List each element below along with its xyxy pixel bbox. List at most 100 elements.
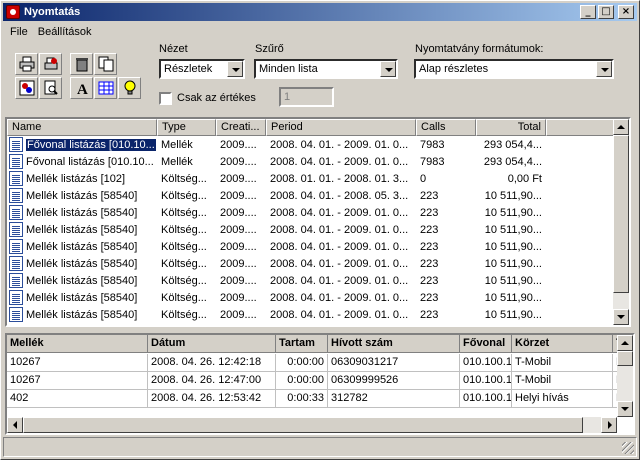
col-datum[interactable]: Dátum — [148, 335, 276, 353]
table-row[interactable]: 402 2008. 04. 26. 12:53:42 0:00:33 312782 01… — [7, 390, 625, 408]
list-item-type: Költség... — [161, 172, 207, 185]
filter-select[interactable]: Minden lista — [254, 59, 398, 79]
only-values-checkbox[interactable] — [159, 92, 172, 105]
grid-vscrollbar[interactable] — [617, 335, 633, 417]
printer-icon — [19, 56, 34, 72]
cell-mellek: 10267 — [7, 372, 148, 390]
list-item-created: 2009.... — [220, 308, 257, 321]
list-item-period: 2008. 04. 01. - 2008. 05. 3... — [270, 189, 409, 202]
menu-settings[interactable]: Beállítások — [33, 26, 97, 38]
delete-button[interactable] — [70, 53, 93, 75]
document-icon — [9, 205, 23, 220]
scroll-up-icon[interactable] — [617, 335, 633, 351]
list-item-name: Fővonal listázás [010.10... — [7, 154, 157, 169]
list-item-name-text: Mellék listázás [58540] — [26, 274, 138, 287]
list-item-type: Mellék — [161, 155, 193, 168]
list-item[interactable]: Mellék listázás [58540] Költség... 2009...… — [7, 187, 546, 204]
format-select[interactable]: Alap részletes — [414, 59, 614, 79]
scroll-left-icon[interactable] — [7, 417, 23, 433]
list-item-name: Mellék listázás [58540] — [7, 239, 157, 254]
hscroll-thumb[interactable] — [23, 417, 583, 433]
list-item[interactable]: Mellék listázás [58540] Költség... 2009...… — [7, 306, 546, 323]
col-korzet[interactable]: Körzet — [512, 335, 613, 353]
scroll-down-icon[interactable] — [613, 309, 629, 325]
scroll-down-icon[interactable] — [617, 401, 633, 417]
table-row[interactable]: 10267 2008. 04. 26. 12:42:18 0:00:00 063090… — [7, 354, 625, 372]
list-item[interactable]: Mellék listázás [58540] Költség... 2009...… — [7, 289, 546, 306]
list-item-total: 10 511,90... — [484, 240, 542, 253]
print-button[interactable] — [15, 53, 38, 75]
col-total[interactable]: Total — [476, 119, 546, 136]
chevron-down-icon[interactable] — [227, 61, 243, 77]
scroll-up-icon[interactable] — [613, 119, 629, 135]
col-fovonal[interactable]: Fővonal — [460, 335, 512, 353]
list-item-created: 2009.... — [220, 223, 257, 236]
list-item-type: Költség... — [161, 274, 207, 287]
list-item-name-text: Mellék listázás [58540] — [26, 240, 138, 253]
col-hivott[interactable]: Hívott szám — [328, 335, 460, 353]
list-item[interactable]: Mellék listázás [58540] Költség... 2009...… — [7, 255, 546, 272]
list-item-created: 2009.... — [220, 172, 257, 185]
font-button[interactable]: A — [70, 77, 93, 99]
tip-button[interactable] — [118, 77, 141, 99]
print-list[interactable]: Name Type Creati... Period Calls Total F… — [5, 117, 631, 327]
chevron-down-icon[interactable] — [380, 61, 396, 77]
document-icon — [9, 307, 23, 322]
list-item-created: 2009.... — [220, 206, 257, 219]
chevron-down-icon[interactable] — [596, 61, 612, 77]
title-bar[interactable]: Nyomtatás _ □ × — [3, 3, 637, 21]
preview-button[interactable] — [39, 77, 62, 99]
col-created[interactable]: Creati... — [216, 119, 266, 136]
list-item-total: 10 511,90... — [484, 291, 542, 304]
col-name[interactable]: Name — [7, 119, 157, 136]
col-mellek[interactable]: Mellék — [7, 335, 148, 353]
list-vscrollbar[interactable] — [613, 119, 629, 325]
col-period[interactable]: Period — [266, 119, 416, 136]
details-grid[interactable]: Mellék Dátum Tartam Hívott szám Fővonal … — [5, 333, 635, 435]
list-item-calls: 223 — [420, 274, 439, 287]
number-input[interactable]: 1 — [279, 87, 334, 107]
scroll-thumb[interactable] — [613, 135, 629, 293]
list-item[interactable]: Mellék listázás [58540] Költség... 2009...… — [7, 204, 546, 221]
cell-datum: 2008. 04. 26. 12:42:18 — [148, 354, 276, 372]
view-select-value: Részletek — [164, 63, 213, 75]
table-row[interactable]: 10267 2008. 04. 26. 12:47:00 0:00:00 063099… — [7, 372, 625, 390]
list-item-created: 2009.... — [220, 155, 257, 168]
minimize-button[interactable]: _ — [580, 5, 596, 19]
grid-hscrollbar[interactable] — [7, 417, 617, 433]
col-type[interactable]: Type — [157, 119, 216, 136]
menu-file[interactable]: File — [5, 26, 33, 38]
scroll-right-icon[interactable] — [601, 417, 617, 433]
table-button[interactable] — [94, 77, 117, 99]
copy-button[interactable] — [94, 53, 117, 75]
list-item-total: 0,00 Ft — [507, 172, 542, 185]
list-item-name-text: Mellék listázás [102] — [26, 172, 126, 185]
cell-fovonal: 010.100.1 — [460, 390, 512, 408]
list-item[interactable]: Fővonal listázás [010.10... Mellék 2009...… — [7, 153, 546, 170]
printer-settings-button[interactable] — [39, 53, 62, 75]
color-button[interactable] — [15, 77, 38, 99]
list-item[interactable]: Mellék listázás [58540] Költség... 2009...… — [7, 272, 546, 289]
list-item-total: 293 054,4... — [483, 155, 542, 168]
col-calls[interactable]: Calls — [416, 119, 476, 136]
col-blank — [546, 119, 616, 136]
list-item[interactable]: Fővonal listázás [010.10... Mellék 2009...… — [7, 136, 546, 153]
col-tartam[interactable]: Tartam — [276, 335, 328, 353]
close-button[interactable]: × — [618, 5, 634, 19]
list-item-type: Mellék — [161, 138, 193, 151]
maximize-button[interactable]: □ — [598, 5, 614, 19]
list-item[interactable]: Mellék listázás [58540] Költség... 2009...… — [7, 238, 546, 255]
scroll-thumb[interactable] — [617, 351, 633, 366]
view-select[interactable]: Részletek — [159, 59, 245, 79]
list-item[interactable]: Mellék listázás [58540] Költség... 2009...… — [7, 221, 546, 238]
document-icon — [9, 154, 23, 169]
cell-hivott: 06309031217 — [328, 354, 460, 372]
list-item-name: Mellék listázás [58540] — [7, 188, 157, 203]
list-item-created: 2009.... — [220, 138, 257, 151]
resize-grip-icon[interactable] — [622, 442, 634, 454]
list-item[interactable]: Mellék listázás [102] Költség... 2009.... 2… — [7, 170, 546, 187]
format-label: Nyomtatvány formátumok: — [415, 43, 544, 55]
list-item-period: 2008. 04. 01. - 2009. 01. 0... — [270, 155, 409, 168]
cell-fovonal: 010.100.1 — [460, 354, 512, 372]
cell-datum: 2008. 04. 26. 12:47:00 — [148, 372, 276, 390]
